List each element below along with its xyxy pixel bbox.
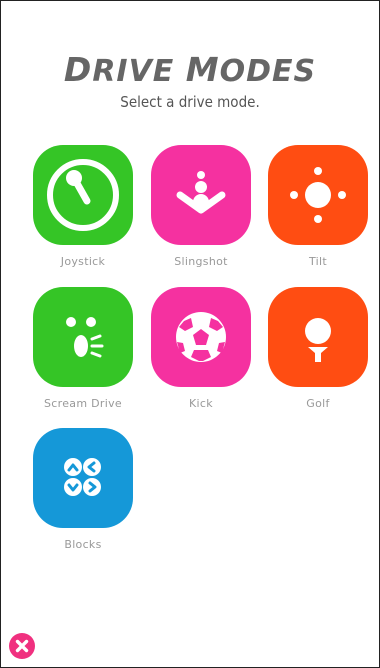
mode-label: Blocks [64, 538, 102, 551]
scream-icon [66, 317, 104, 358]
tilt-icon [290, 167, 346, 223]
kick-button[interactable] [151, 287, 251, 387]
mode-tile-scream-drive[interactable]: Scream Drive [32, 287, 134, 410]
blocks-icon [64, 458, 101, 496]
tilt-button[interactable] [268, 145, 368, 245]
page-title: DRIVE MODES [63, 50, 317, 89]
joystick-icon [47, 159, 119, 231]
mode-label: Tilt [308, 255, 327, 268]
blocks-button[interactable] [33, 428, 133, 528]
mode-tile-golf[interactable]: Golf [267, 287, 369, 410]
mode-tile-joystick[interactable]: Joystick [32, 145, 134, 268]
scream-drive-button[interactable] [33, 287, 133, 387]
soccer-ball-icon [176, 312, 226, 362]
close-icon [15, 639, 29, 653]
mode-tile-slingshot[interactable]: Slingshot [150, 145, 252, 268]
mode-label: Slingshot [174, 255, 228, 268]
slingshot-button[interactable] [151, 145, 251, 245]
slingshot-icon [176, 171, 226, 214]
page-subtitle: Select a drive mode. [120, 93, 260, 111]
golf-button[interactable] [268, 287, 368, 387]
mode-label: Golf [306, 397, 330, 410]
mode-label: Kick [189, 397, 213, 410]
mode-tile-tilt[interactable]: Tilt [267, 145, 369, 268]
golf-ball-icon [305, 318, 331, 362]
mode-label: Scream Drive [44, 397, 122, 410]
mode-tile-kick[interactable]: Kick [150, 287, 252, 410]
mode-label: Joystick [60, 255, 106, 268]
close-button[interactable] [9, 633, 35, 659]
mode-tile-blocks[interactable]: Blocks [32, 428, 134, 551]
joystick-button[interactable] [33, 145, 133, 245]
